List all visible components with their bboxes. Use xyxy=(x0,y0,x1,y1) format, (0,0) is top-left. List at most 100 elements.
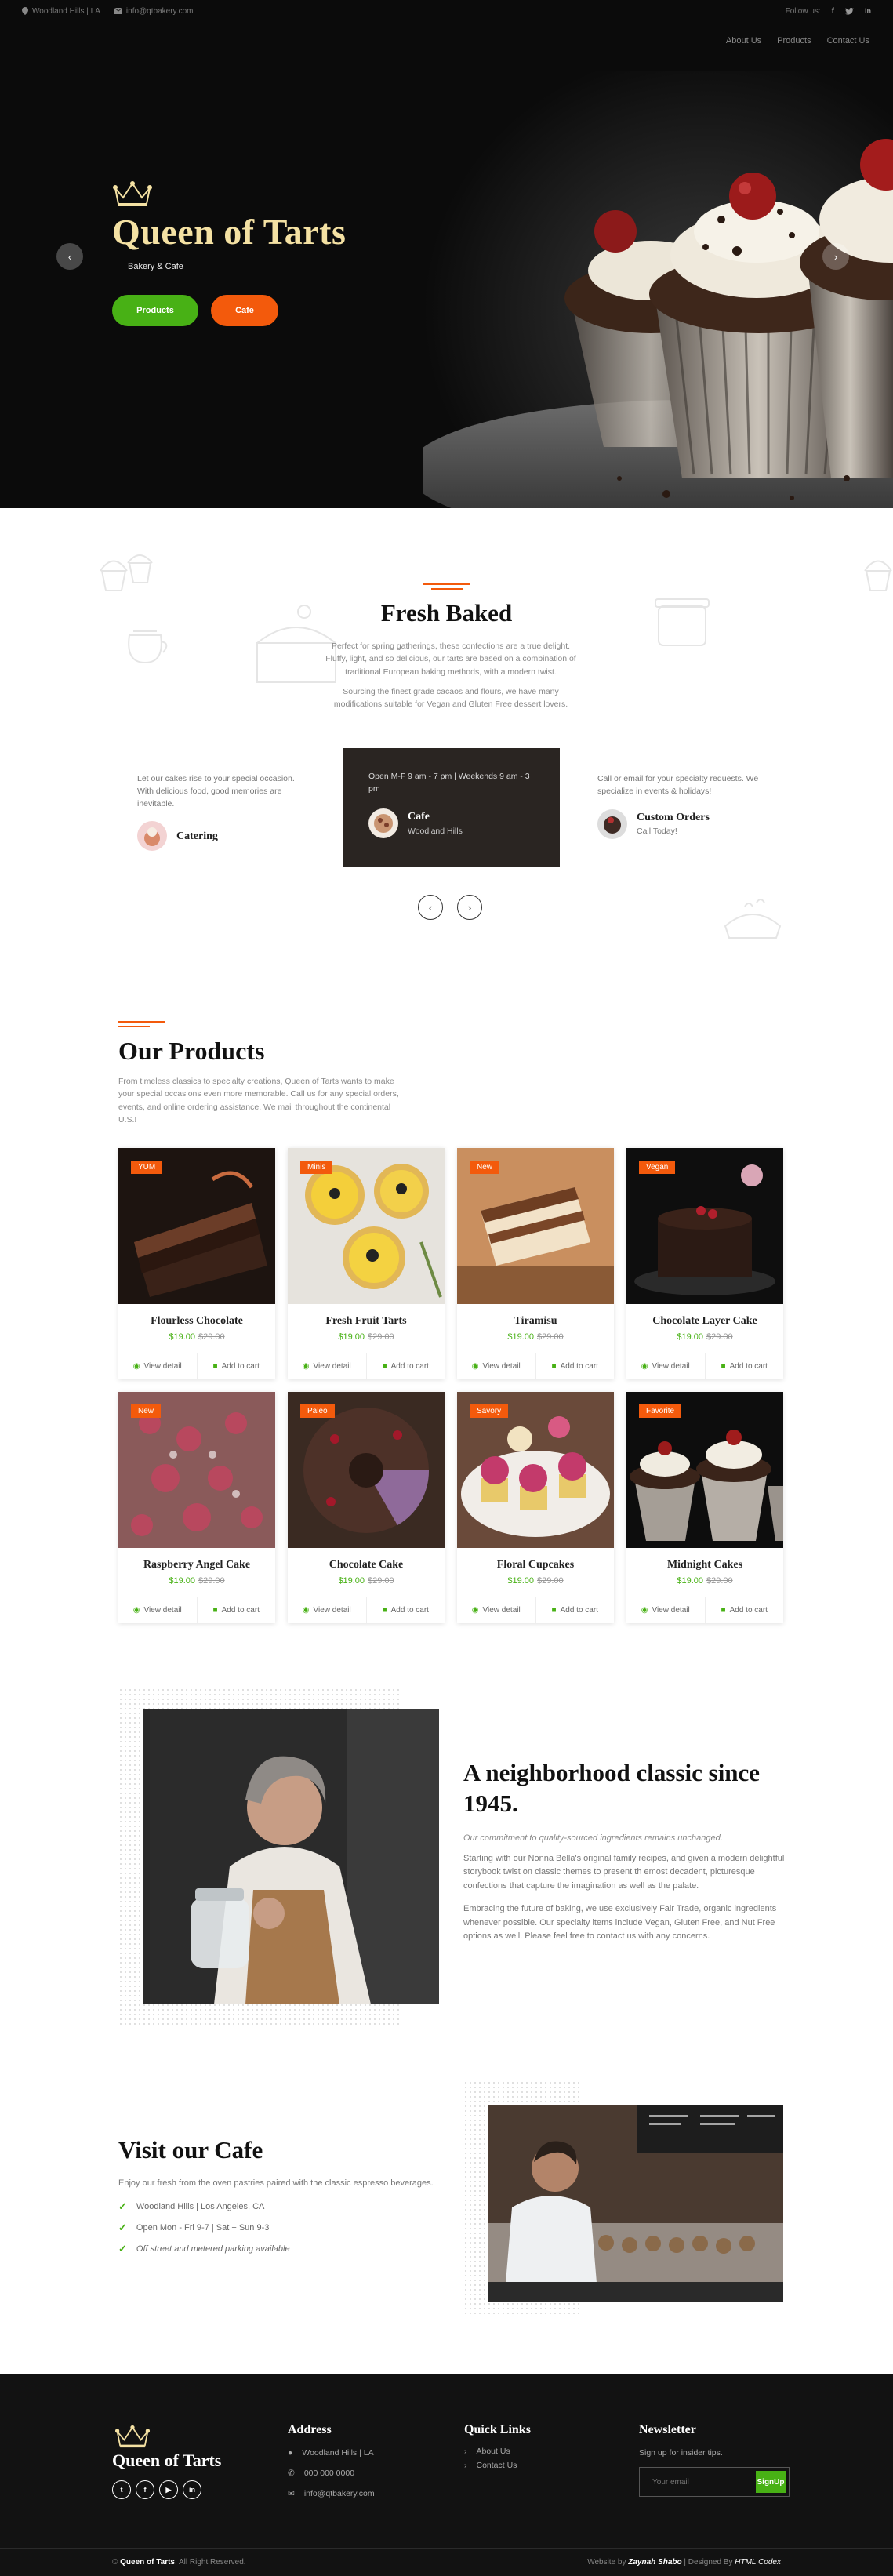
nav-products[interactable]: Products xyxy=(777,36,811,45)
add-to-cart-button[interactable]: ■ Add to cart xyxy=(367,1597,445,1623)
add-to-cart-button[interactable]: ■ Add to cart xyxy=(536,1353,615,1379)
prev-slide-button[interactable]: ‹ xyxy=(418,895,443,920)
catering-block: Let our cakes rise to your special occas… xyxy=(137,773,310,852)
product-badge: Savory xyxy=(470,1404,509,1418)
map-marker-icon xyxy=(22,7,28,15)
product-image[interactable]: New xyxy=(118,1392,275,1548)
footer-address: Address ● Woodland Hills | LA ✆ 000 000 00… xyxy=(288,2423,375,2498)
copyright-brand[interactable]: Queen of Tarts xyxy=(120,2558,175,2567)
add-to-cart-button[interactable]: ■ Add to cart xyxy=(367,1353,445,1379)
view-detail-button[interactable]: ◉ View detail xyxy=(118,1353,198,1379)
product-image[interactable]: Minis xyxy=(288,1148,445,1304)
price-current: $19.00 xyxy=(169,1332,195,1342)
price-current: $19.00 xyxy=(338,1332,365,1342)
hero-cupcakes-image xyxy=(423,71,893,508)
price-old: $29.00 xyxy=(368,1332,394,1342)
footer-brand-title: Queen of Tarts xyxy=(112,2451,222,2470)
view-detail-button[interactable]: ◉ View detail xyxy=(288,1597,367,1623)
check-icon: ✓ xyxy=(118,2222,127,2233)
product-image[interactable]: YUM xyxy=(118,1148,275,1304)
view-detail-button[interactable]: ◉ View detail xyxy=(626,1597,706,1623)
chevron-right-icon: › xyxy=(833,250,838,263)
price-old: $29.00 xyxy=(706,1576,733,1586)
topbar-location: Woodland Hills | LA xyxy=(22,7,100,16)
next-slide-button[interactable]: › xyxy=(457,895,482,920)
main-nav: About Us Products Contact Us xyxy=(726,36,869,45)
cart-icon: ■ xyxy=(212,1606,218,1615)
cafe-parking: Off street and metered parking available xyxy=(136,2244,290,2254)
products-section: Our Products From timeless classics to s… xyxy=(0,955,893,1637)
check-icon: ✓ xyxy=(118,2243,127,2254)
view-detail-button[interactable]: ◉ View detail xyxy=(626,1353,706,1379)
fresh-paragraph-1: Perfect for spring gatherings, these con… xyxy=(325,641,576,677)
eye-icon: ◉ xyxy=(302,1362,310,1371)
catering-text: Let our cakes rise to your special occas… xyxy=(137,774,295,808)
phone-icon: ✆ xyxy=(288,2469,295,2478)
view-detail-button[interactable]: ◉ View detail xyxy=(118,1597,198,1623)
facebook-icon[interactable]: f xyxy=(832,7,834,16)
chevron-left-icon: ‹ xyxy=(67,250,72,263)
footer-link-contact[interactable]: › Contact Us xyxy=(464,2461,531,2470)
eye-icon: ◉ xyxy=(302,1606,310,1615)
product-price: $19.00 $29.00 xyxy=(626,1576,783,1586)
check-icon: ✓ xyxy=(118,2200,127,2212)
cart-icon: ■ xyxy=(721,1606,726,1615)
product-name: Chocolate Cake xyxy=(329,1559,404,1571)
copyright-text: © Queen of Tarts. All Right Reserved. xyxy=(112,2558,246,2567)
footer-email[interactable]: ✉ info@qtbakery.com xyxy=(288,2489,375,2498)
hero-prev-button[interactable]: ‹ xyxy=(56,243,83,270)
product-image[interactable]: Favorite xyxy=(626,1392,783,1548)
footer-phone[interactable]: ✆ 000 000 0000 xyxy=(288,2469,375,2478)
about-paragraph-1: Starting with our Nonna Bella's original… xyxy=(463,1853,785,1891)
facebook-icon[interactable]: f xyxy=(136,2480,154,2499)
product-image[interactable]: Paleo xyxy=(288,1392,445,1548)
credit-author[interactable]: Zaynah Shabo xyxy=(628,2558,681,2567)
twitter-icon[interactable] xyxy=(845,7,854,15)
price-old: $29.00 xyxy=(537,1332,564,1342)
twitter-icon[interactable]: t xyxy=(112,2480,131,2499)
product-image[interactable]: Savory xyxy=(457,1392,614,1548)
view-detail-label: View detail xyxy=(143,1606,182,1615)
cafe-intro: Enjoy our fresh from the oven pastries p… xyxy=(118,2178,434,2188)
product-image[interactable]: Vegan xyxy=(626,1148,783,1304)
youtube-icon[interactable]: ▶ xyxy=(159,2480,178,2499)
credit-prefix: Website by xyxy=(587,2558,626,2567)
hero-section: Woodland Hills | LA info@qtbakery.com Fo… xyxy=(0,0,893,508)
add-to-cart-button[interactable]: ■ Add to cart xyxy=(536,1597,615,1623)
footer-link-about[interactable]: › About Us xyxy=(464,2447,531,2456)
section-divider xyxy=(0,583,893,590)
view-detail-button[interactable]: ◉ View detail xyxy=(288,1353,367,1379)
product-price: $19.00 $29.00 xyxy=(288,1332,445,1342)
add-to-cart-button[interactable]: ■ Add to cart xyxy=(198,1597,276,1623)
nav-about[interactable]: About Us xyxy=(726,36,761,45)
product-card: Savory Floral Cupcakes $19.00 $29.00 ◉ Vie… xyxy=(457,1392,614,1623)
credit-designer[interactable]: HTML Codex xyxy=(735,2558,781,2567)
cafe-avatar xyxy=(368,808,398,838)
product-badge: Vegan xyxy=(639,1161,676,1174)
topbar-email-text: info@qtbakery.com xyxy=(125,6,194,16)
products-button[interactable]: Products xyxy=(112,295,198,326)
view-detail-button[interactable]: ◉ View detail xyxy=(457,1597,536,1623)
crown-icon xyxy=(113,181,152,206)
topbar-social: Follow us: f in xyxy=(786,7,871,16)
cafe-hours-box: Open M-F 9 am - 7 pm | Weekends 9 am - 3… xyxy=(343,748,560,867)
cafe-hours-text: Open M-F 9 am - 7 pm | Weekends 9 am - 3… xyxy=(368,772,530,794)
signup-button[interactable]: SignUp xyxy=(756,2471,786,2493)
about-title: A neighborhood classic since 1945. xyxy=(463,1759,761,1817)
add-to-cart-button[interactable]: ■ Add to cart xyxy=(706,1353,784,1379)
add-to-cart-button[interactable]: ■ Add to cart xyxy=(198,1353,276,1379)
newsletter-email-input[interactable] xyxy=(643,2477,756,2487)
product-name: Chocolate Layer Cake xyxy=(652,1315,757,1327)
fresh-baked-section: Fresh Baked Perfect for spring gathering… xyxy=(0,508,893,955)
add-to-cart-button[interactable]: ■ Add to cart xyxy=(706,1597,784,1623)
price-old: $29.00 xyxy=(198,1576,225,1586)
linkedin-icon[interactable]: in xyxy=(183,2480,201,2499)
cafe-button[interactable]: Cafe xyxy=(211,295,278,326)
about-italic: Our commitment to quality-sourced ingred… xyxy=(463,1833,723,1843)
topbar-email[interactable]: info@qtbakery.com xyxy=(114,6,194,16)
linkedin-icon[interactable]: in xyxy=(865,7,871,15)
product-image[interactable]: New xyxy=(457,1148,614,1304)
view-detail-button[interactable]: ◉ View detail xyxy=(457,1353,536,1379)
hero-next-button[interactable]: › xyxy=(822,243,849,270)
nav-contact[interactable]: Contact Us xyxy=(827,36,869,45)
